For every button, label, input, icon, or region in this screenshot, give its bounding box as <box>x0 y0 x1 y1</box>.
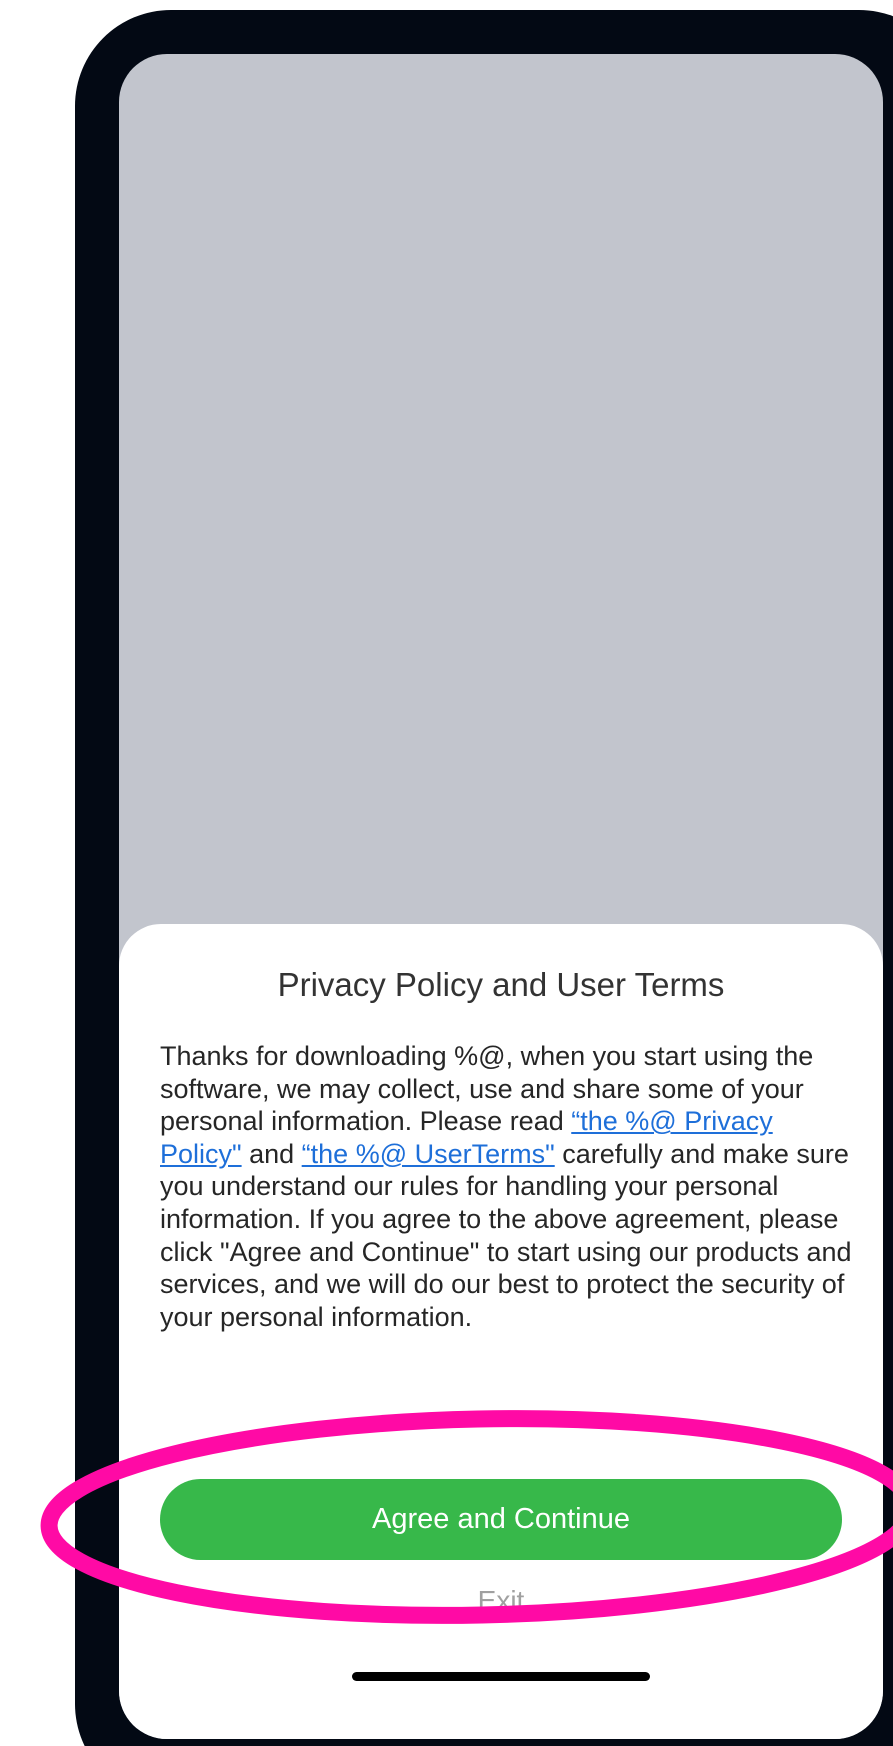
dialog-body-and: and <box>241 1138 302 1169</box>
agree-and-continue-button[interactable]: Agree and Continue <box>160 1479 842 1560</box>
dialog-title: Privacy Policy and User Terms <box>277 966 725 1003</box>
user-terms-link[interactable]: “the %@ UserTerms" <box>302 1139 555 1169</box>
exit-button[interactable]: Exit <box>351 1584 651 1618</box>
phone-screen: Privacy Policy and User Terms Thanks for… <box>119 54 883 1739</box>
home-indicator <box>352 1672 650 1681</box>
stage: Privacy Policy and User Terms Thanks for… <box>0 0 893 1746</box>
dialog-body: Thanks for downloading %@, when you star… <box>160 1040 860 1333</box>
